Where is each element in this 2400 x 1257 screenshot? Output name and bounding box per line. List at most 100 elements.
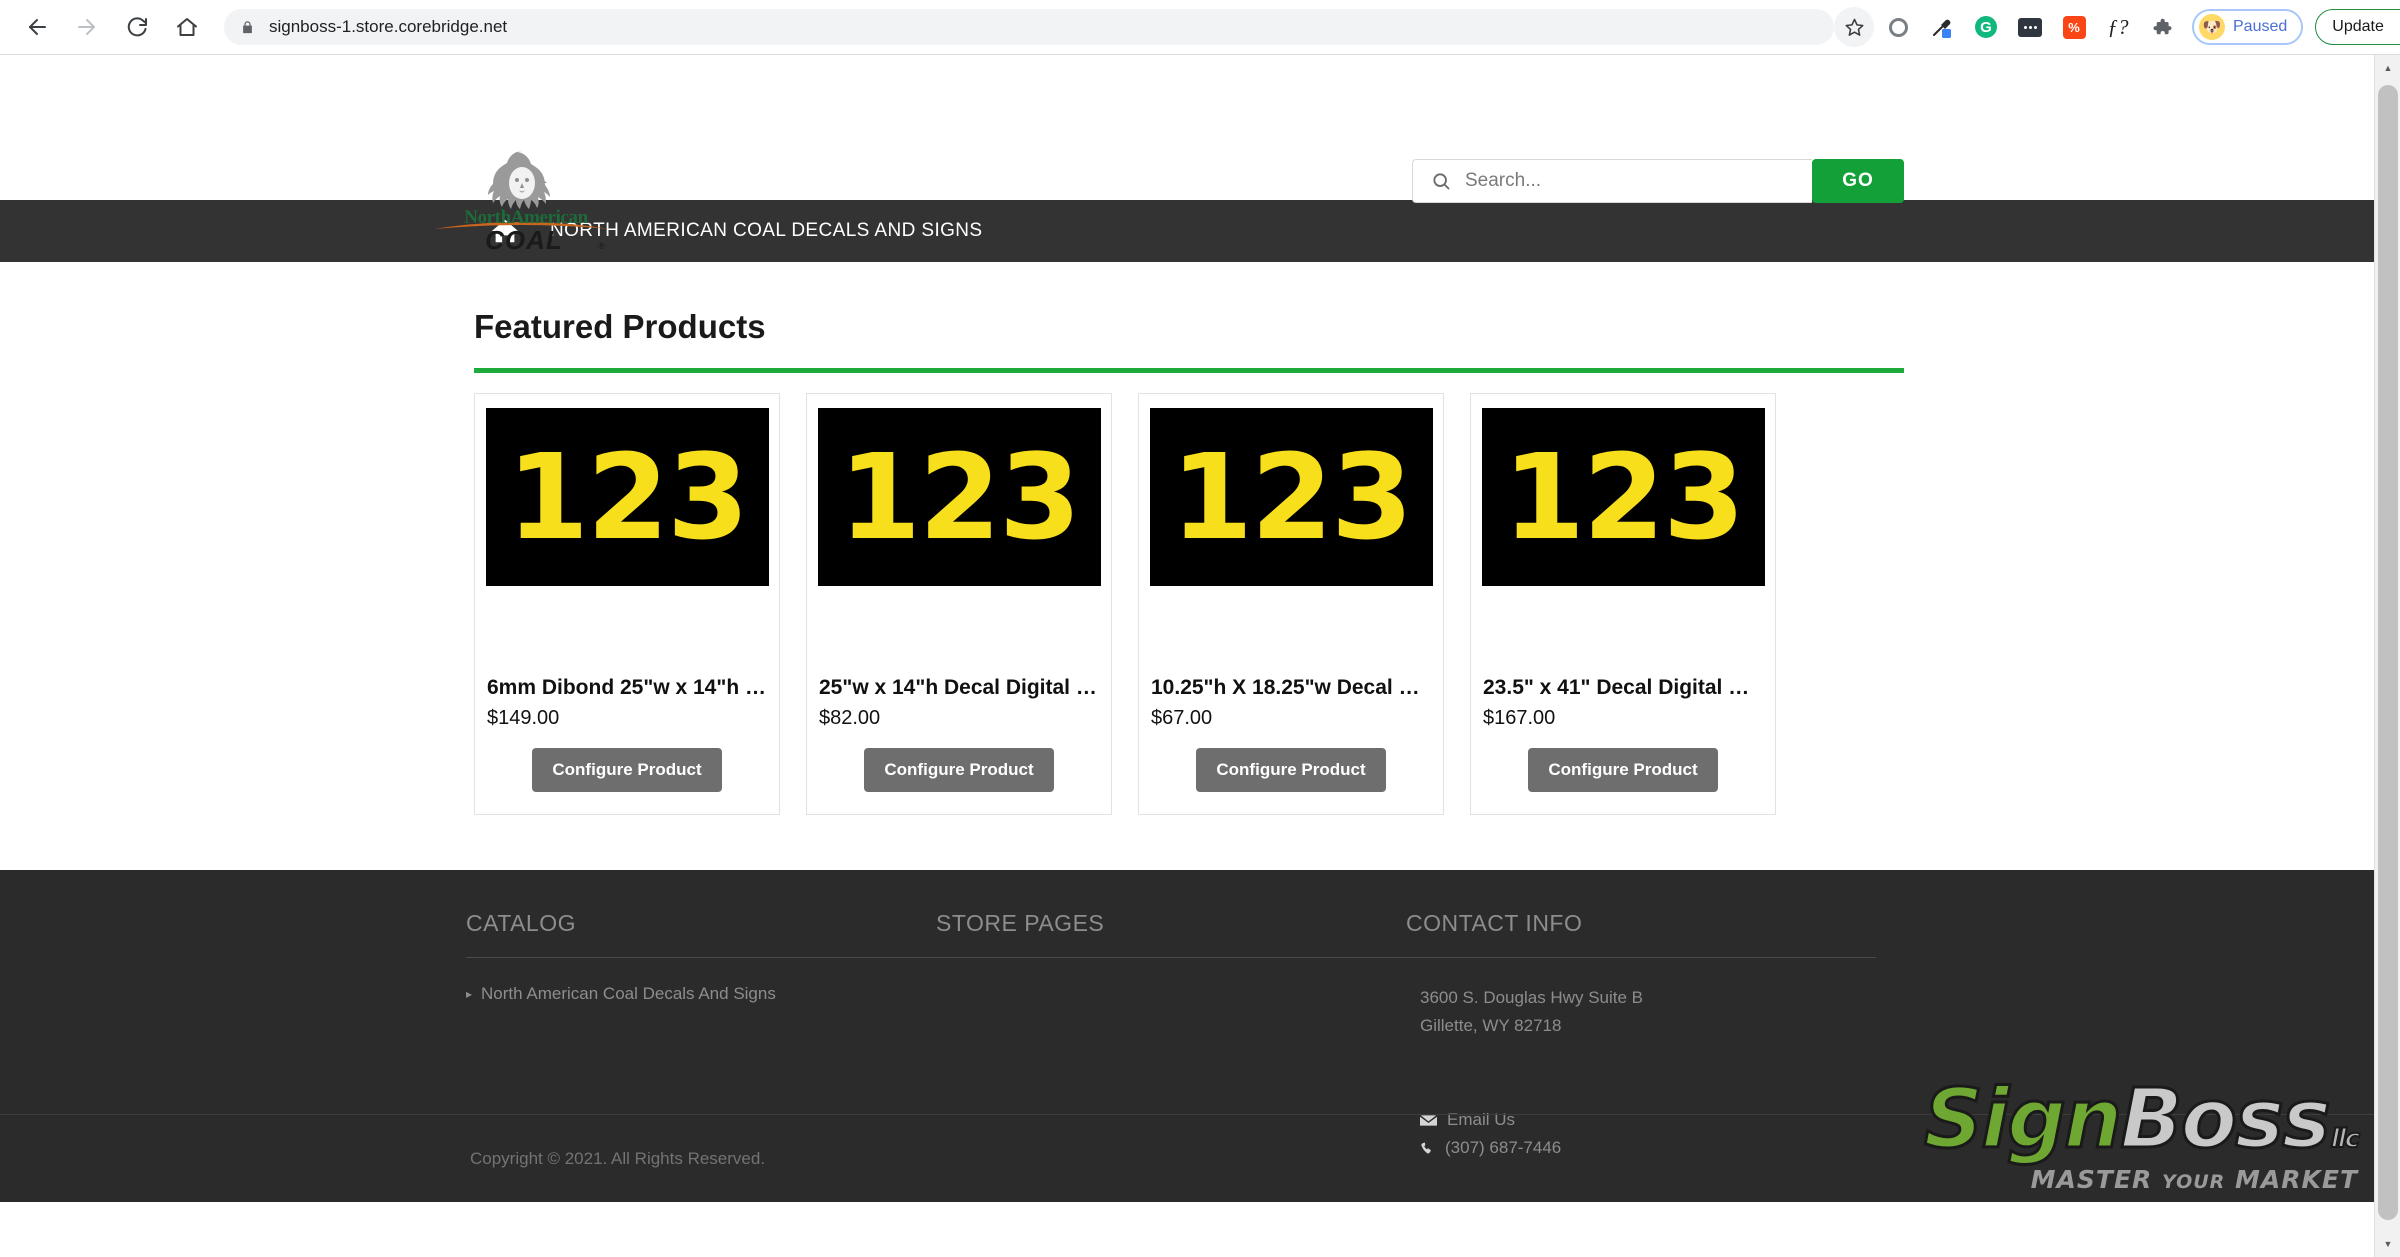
- watermark-tagline: MASTER YOUR MARKET: [1924, 1167, 2358, 1192]
- product-card[interactable]: 123 23.5" x 41" Decal Digital Pr… $167.0…: [1470, 393, 1776, 815]
- site-footer: CATALOG ▸ North American Coal Decals And…: [0, 870, 2374, 1202]
- address-bar[interactable]: signboss-1.store.corebridge.net: [224, 9, 1834, 45]
- reload-icon[interactable]: [114, 4, 160, 50]
- product-image-text: 123: [506, 428, 749, 566]
- title-underline: [474, 368, 1904, 373]
- product-price: $67.00: [1151, 707, 1213, 729]
- watermark-tagline-master: MASTER: [2030, 1165, 2153, 1194]
- configure-product-button[interactable]: Configure Product: [1528, 748, 1718, 792]
- footer-catalog-links: ▸ North American Coal Decals And Signs: [466, 958, 912, 1004]
- update-label: Update: [2332, 18, 2384, 35]
- caret-right-icon: ▸: [466, 987, 473, 1001]
- product-image[interactable]: 123: [1481, 408, 1765, 586]
- page-viewport: NorthAmerican COAL ® GO NORTH AM: [0, 55, 2400, 1257]
- configure-product-button[interactable]: Configure Product: [1196, 748, 1386, 792]
- address-line-2: Gillette, WY 82718: [1420, 1016, 1562, 1036]
- scroll-down-arrow-icon[interactable]: ▼: [2375, 1231, 2400, 1257]
- product-price: $167.00: [1483, 707, 1556, 729]
- footer-link-north-american-coal-decals-and-signs[interactable]: ▸ North American Coal Decals And Signs: [466, 984, 912, 1004]
- address-line-1: 3600 S. Douglas Hwy Suite B: [1420, 988, 1644, 1007]
- product-image[interactable]: 123: [1149, 408, 1433, 586]
- footer-link-label: North American Coal Decals And Signs: [481, 984, 776, 1003]
- configure-product-button[interactable]: Configure Product: [864, 748, 1054, 792]
- footer-store-pages-links: [936, 958, 1382, 984]
- product-price: $82.00: [819, 707, 881, 729]
- product-info: 25"w x 14"h Decal Digital P… $82.00: [807, 586, 1111, 730]
- search-box[interactable]: [1412, 159, 1812, 203]
- product-info: 23.5" x 41" Decal Digital Pr… $167.00: [1471, 586, 1775, 730]
- gray-circle-extension-icon[interactable]: [1878, 7, 1918, 47]
- eyedropper-extension-icon[interactable]: [1922, 7, 1962, 47]
- browser-chrome: signboss-1.store.corebridge.net G % ƒ? 🐶: [0, 0, 2400, 55]
- watermark-tagline-your: YOUR: [2162, 1171, 2226, 1193]
- search-icon: [1431, 171, 1451, 191]
- watermark-tagline-market: MARKET: [2235, 1165, 2358, 1194]
- product-info: 10.25"h X 18.25"w Decal Di… $67.00: [1139, 586, 1443, 730]
- scrollbar-thumb[interactable]: [2378, 85, 2398, 1220]
- product-name[interactable]: 10.25"h X 18.25"w Decal Di…: [1151, 676, 1431, 700]
- orange-percent-extension-icon[interactable]: %: [2054, 7, 2094, 47]
- search-input[interactable]: [1465, 170, 1785, 192]
- product-image-text: 123: [1170, 428, 1413, 566]
- product-image[interactable]: 123: [485, 408, 769, 586]
- footer-heading-store-pages: STORE PAGES: [936, 910, 1406, 958]
- forward-arrow-icon[interactable]: [64, 4, 110, 50]
- product-card[interactable]: 123 25"w x 14"h Decal Digital P… $82.00 …: [806, 393, 1112, 815]
- product-name[interactable]: 25"w x 14"h Decal Digital P…: [819, 676, 1099, 700]
- product-info: 6mm Dibond 25"w x 14"h … $149.00: [475, 586, 779, 730]
- star-icon[interactable]: [1834, 7, 1874, 47]
- product-price: $149.00: [487, 707, 560, 729]
- f-question-label: ƒ?: [2107, 14, 2129, 39]
- product-name[interactable]: 6mm Dibond 25"w x 14"h …: [487, 676, 767, 700]
- featured-products-section: Featured Products 123 6mm Dibond 25"w x …: [474, 308, 1904, 815]
- search-go-button[interactable]: GO: [1812, 159, 1904, 203]
- update-button[interactable]: Update: [2315, 9, 2400, 45]
- page-title: Featured Products: [474, 308, 766, 345]
- scroll-up-arrow-icon[interactable]: ▲: [2375, 55, 2400, 81]
- product-name[interactable]: 23.5" x 41" Decal Digital Pr…: [1483, 676, 1763, 700]
- svg-text:®: ®: [598, 241, 605, 251]
- main-content: Featured Products 123 6mm Dibond 25"w x …: [0, 262, 2374, 815]
- url-text: signboss-1.store.corebridge.net: [269, 17, 508, 36]
- product-grid: 123 6mm Dibond 25"w x 14"h … $149.00 Con…: [474, 393, 1904, 815]
- watermark-llc-text: llc: [2330, 1124, 2361, 1154]
- kebab-menu-icon[interactable]: [2394, 18, 2400, 36]
- browser-tab[interactable]: [510, 0, 1080, 6]
- green-circle-extension-icon[interactable]: G: [1966, 7, 2006, 47]
- orange-extension-label: %: [2062, 15, 2086, 39]
- dark-dots-extension-icon[interactable]: [2010, 7, 2050, 47]
- site-header: NorthAmerican COAL ® GO: [0, 55, 2374, 253]
- product-image-text: 123: [1502, 428, 1745, 566]
- back-arrow-icon[interactable]: [14, 4, 60, 50]
- page-scrollbar[interactable]: ▲ ▼: [2374, 55, 2400, 1257]
- watermark-wordmark: Sign Boss llc: [1923, 1072, 2361, 1167]
- product-card[interactable]: 123 6mm Dibond 25"w x 14"h … $149.00 Con…: [474, 393, 780, 815]
- navigation-buttons: [0, 4, 210, 50]
- green-extension-label: G: [1975, 16, 1997, 38]
- product-image-wrapper: 123: [807, 394, 1111, 586]
- watermark-boss-text: Boss: [2119, 1072, 2332, 1167]
- product-image-wrapper: 123: [1139, 394, 1443, 586]
- north-american-coal-logo[interactable]: NorthAmerican COAL ®: [426, 143, 626, 253]
- page-content: NorthAmerican COAL ® GO NORTH AM: [0, 55, 2374, 1202]
- product-image[interactable]: 123: [817, 408, 1101, 586]
- browser-toolbar-icons: G % ƒ? 🐶 Paused Update: [1834, 7, 2400, 47]
- footer-heading-catalog: CATALOG: [466, 910, 936, 958]
- home-icon[interactable]: [164, 4, 210, 50]
- footer-address: 3600 S. Douglas Hwy Suite B Gillette, WY…: [1406, 984, 1852, 1040]
- watermark-sign-text: Sign: [1923, 1072, 2124, 1167]
- paused-label: Paused: [2233, 18, 2288, 35]
- copyright-text: Copyright © 2021. All Rights Reserved.: [470, 1148, 766, 1168]
- product-image-wrapper: 123: [1471, 394, 1775, 586]
- puzzle-piece-icon[interactable]: [2142, 7, 2182, 47]
- main-navigation-bar: NORTH AMERICAN COAL DECALS AND SIGNS: [0, 200, 2374, 262]
- product-card[interactable]: 123 10.25"h X 18.25"w Decal Di… $67.00 C…: [1138, 393, 1444, 815]
- configure-product-button[interactable]: Configure Product: [532, 748, 722, 792]
- footer-heading-contact-info: CONTACT INFO: [1406, 910, 1876, 958]
- dog-avatar-icon: 🐶: [2199, 14, 2225, 40]
- f-question-extension-icon[interactable]: ƒ?: [2098, 7, 2138, 47]
- product-image-text: 123: [838, 428, 1081, 566]
- search-bar: GO: [1412, 159, 1904, 203]
- profile-paused-button[interactable]: 🐶 Paused: [2192, 9, 2304, 45]
- svg-text:COAL: COAL: [485, 225, 563, 253]
